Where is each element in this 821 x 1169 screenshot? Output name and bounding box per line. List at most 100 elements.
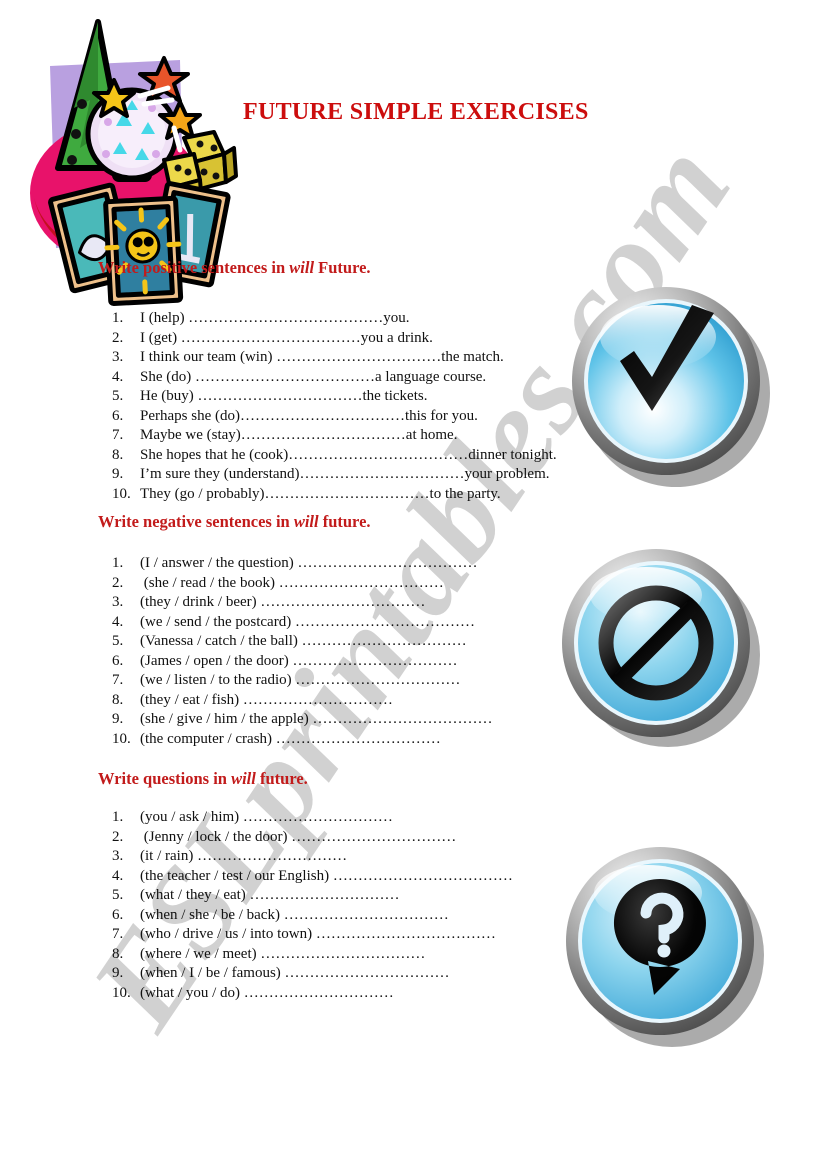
list-item[interactable]: 6. (James / open / the door) …………………………… (112, 652, 492, 672)
item-number: 6. (112, 652, 124, 669)
list-item[interactable]: 1. (you / ask / him) ………………………… (112, 808, 513, 828)
heading-emphasis: will (231, 769, 256, 788)
item-number: 5. (112, 887, 124, 903)
list-item[interactable]: 2. I (get) ………………………………you a drink. (112, 329, 557, 349)
item-number: 3. (112, 848, 124, 864)
item-text: (who / drive / us / into town) ………………………… (140, 926, 496, 942)
list-item[interactable]: 2. (Jenny / lock / the door) …………………………… (112, 828, 513, 848)
item-number: 10. (112, 730, 131, 747)
item-number: 4. (112, 368, 124, 385)
list-item[interactable]: 8. She hopes that he (cook)………………………………di… (112, 446, 557, 466)
list-item[interactable]: 7. (we / listen / to the radio) ………………………… (112, 671, 492, 691)
item-text: He (buy) ……………………………the tickets. (140, 388, 428, 404)
list-item[interactable]: 3. (it / rain) ………………………… (112, 847, 513, 867)
list-item[interactable]: 4. (we / send / the postcard) ……………………………… (112, 613, 492, 633)
item-text: (they / eat / fish) ………………………… (140, 691, 393, 708)
item-number: 3. (112, 594, 124, 610)
prohibition-button (558, 545, 762, 749)
item-text: (when / she / be / back) …………………………… (140, 906, 449, 923)
section-heading-questions: Write questions in will future. (98, 769, 308, 789)
list-item[interactable]: 10. (the computer / crash) …………………………… (112, 730, 492, 750)
list-item[interactable]: 2. (she / read / the book) …………………………… (112, 574, 492, 594)
item-text: I (get) ………………………………you a drink. (140, 329, 433, 346)
list-item[interactable]: 4. She (do) ………………………………a language course… (112, 368, 557, 388)
item-text: (I / answer / the question) ……………………………… (140, 555, 478, 571)
item-text: They (go / probably)……………………………to the pa… (140, 485, 501, 502)
item-text: (we / listen / to the radio) …………………………… (140, 672, 461, 688)
item-text: I’m sure they (understand)……………………………you… (140, 466, 550, 482)
item-number: 2. (112, 574, 124, 591)
section-heading-negative: Write negative sentences in will future. (98, 512, 371, 532)
list-item[interactable]: 9. (when / I / be / famous) …………………………… (112, 964, 513, 984)
item-number: 1. (112, 310, 124, 326)
worksheet-page: ESLprintables.com FUTURE SIMPLE EXERCISE… (0, 0, 821, 1169)
heading-text-after: future. (255, 769, 308, 788)
heading-text-after: future. (318, 512, 371, 531)
list-item[interactable]: 10. (what / you / do) ………………………… (112, 984, 513, 1004)
list-item[interactable]: 9. (she / give / him / the apple) …………………… (112, 710, 492, 730)
item-text: (Jenny / lock / the door) …………………………… (140, 828, 457, 845)
exercise-list-negative: 1. (I / answer / the question) …………………………… (112, 554, 492, 749)
item-text: I think our team (win) ……………………………the ma… (140, 349, 504, 365)
question-bubble-button (562, 843, 766, 1047)
list-item[interactable]: 1. I (help) …………………………………you. (112, 309, 557, 329)
list-item[interactable]: 3. I think our team (win) ……………………………the … (112, 348, 557, 368)
item-number: 8. (112, 691, 124, 708)
item-text: (they / drink / beer) …………………………… (140, 594, 426, 610)
checkmark-button (568, 283, 772, 487)
list-item[interactable]: 7. Maybe we (stay)……………………………at home. (112, 426, 557, 446)
list-item[interactable]: 9. I’m sure they (understand)……………………………y… (112, 465, 557, 485)
item-text: (when / I / be / famous) …………………………… (140, 965, 450, 981)
item-number: 6. (112, 906, 124, 923)
item-text: (what / they / eat) ………………………… (140, 887, 400, 903)
item-text: (she / read / the book) …………………………… (140, 574, 444, 591)
item-number: 7. (112, 672, 124, 688)
list-item[interactable]: 8. (where / we / meet) …………………………… (112, 945, 513, 965)
item-number: 4. (112, 613, 124, 630)
item-number: 8. (112, 945, 124, 962)
item-number: 6. (112, 407, 124, 424)
item-text: (James / open / the door) …………………………… (140, 652, 458, 669)
item-text: (where / we / meet) …………………………… (140, 945, 426, 962)
item-text: (the teacher / test / our English) ……………… (140, 867, 513, 884)
item-number: 7. (112, 427, 124, 443)
list-item[interactable]: 1. (I / answer / the question) …………………………… (112, 554, 492, 574)
item-number: 5. (112, 633, 124, 649)
list-item[interactable]: 10. They (go / probably)……………………………to the… (112, 485, 557, 505)
item-number: 8. (112, 446, 124, 463)
item-number: 3. (112, 349, 124, 365)
list-item[interactable]: 3. (they / drink / beer) …………………………… (112, 593, 492, 613)
item-number: 2. (112, 329, 124, 346)
item-text: She (do) ………………………………a language course. (140, 368, 487, 385)
item-text: (the computer / crash) …………………………… (140, 730, 441, 747)
page-title: FUTURE SIMPLE EXERCISES (243, 99, 589, 125)
item-text: I (help) …………………………………you. (140, 310, 410, 326)
item-text: (we / send / the postcard) ……………………………… (140, 613, 475, 630)
item-text: Perhaps she (do)……………………………this for you. (140, 407, 478, 424)
heading-text-before: Write positive sentences in (98, 258, 290, 277)
item-number: 1. (112, 555, 124, 571)
item-number: 9. (112, 965, 124, 981)
item-number: 7. (112, 926, 124, 942)
item-number: 5. (112, 388, 124, 404)
list-item[interactable]: 8. (they / eat / fish) ………………………… (112, 691, 492, 711)
list-item[interactable]: 7. (who / drive / us / into town) …………………… (112, 925, 513, 945)
item-text: (you / ask / him) ………………………… (140, 809, 393, 825)
exercise-list-positive: 1. I (help) …………………………………you. 2. I (get) …… (112, 309, 557, 504)
list-item[interactable]: 6. (when / she / be / back) …………………………… (112, 906, 513, 926)
list-item[interactable]: 5. He (buy) ……………………………the tickets. (112, 387, 557, 407)
item-number: 1. (112, 809, 124, 825)
item-number: 9. (112, 466, 124, 482)
item-number: 2. (112, 828, 124, 845)
heading-text-before: Write negative sentences in (98, 512, 294, 531)
item-text: (it / rain) ………………………… (140, 848, 348, 864)
heading-emphasis: will (293, 512, 319, 531)
section-heading-positive: Write positive sentences in will Future. (98, 258, 371, 278)
list-item[interactable]: 5. (what / they / eat) ………………………… (112, 886, 513, 906)
heading-text-after: Future. (314, 258, 371, 277)
item-text: She hopes that he (cook)………………………………dinn… (140, 446, 557, 463)
list-item[interactable]: 6. Perhaps she (do)……………………………this for yo… (112, 407, 557, 427)
list-item[interactable]: 4. (the teacher / test / our English) ………… (112, 867, 513, 887)
item-text: (Vanessa / catch / the ball) …………………………… (140, 633, 467, 649)
list-item[interactable]: 5. (Vanessa / catch / the ball) ………………………… (112, 632, 492, 652)
